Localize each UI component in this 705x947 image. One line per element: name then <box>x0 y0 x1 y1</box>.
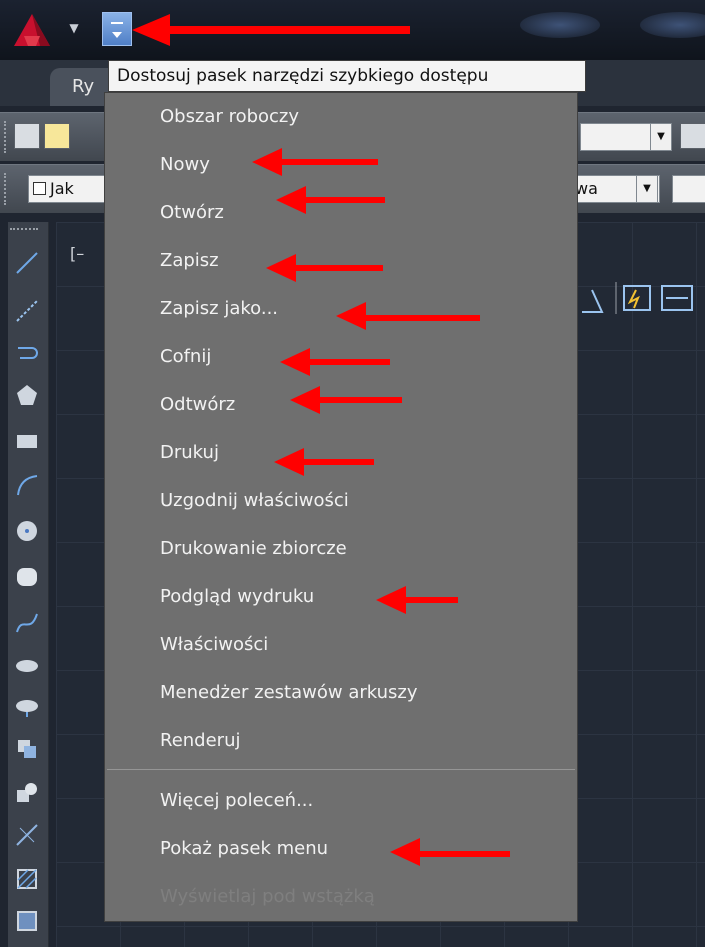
revision-cloud-tool-icon[interactable] <box>14 564 40 590</box>
region-tool-icon[interactable] <box>14 908 40 934</box>
layer-state-icon[interactable] <box>680 123 705 149</box>
decorative-glow <box>520 12 600 38</box>
menu-item-show-menu-bar[interactable]: Pokaż pasek menu <box>160 829 328 869</box>
linetype-field-label: wa <box>575 179 598 198</box>
polygon-tool-icon[interactable] <box>14 382 40 408</box>
menu-item-save-as[interactable]: Zapisz jako... <box>160 289 278 329</box>
chevron-down-icon <box>112 32 122 38</box>
lineweight-dropdown-field[interactable] <box>672 175 705 203</box>
decorative-glow <box>640 12 705 38</box>
ribbon-tab-label: Ry <box>72 76 95 97</box>
make-block-tool-icon[interactable] <box>14 780 40 806</box>
toolbar-grip[interactable] <box>4 121 10 153</box>
menu-item-render[interactable]: Renderuj <box>160 721 241 761</box>
application-menu-dropdown-icon[interactable]: ▼ <box>64 18 84 38</box>
menu-bar-icon <box>111 22 123 24</box>
viewport-controls-label[interactable]: [– <box>70 244 84 263</box>
construction-line-tool-icon[interactable] <box>14 298 40 324</box>
menu-item-more-commands[interactable]: Więcej poleceń... <box>160 781 313 821</box>
application-title-bar: ▼ <box>0 0 705 60</box>
dimension-linear-icon[interactable] <box>623 285 651 311</box>
spline-tool-icon[interactable] <box>14 610 40 636</box>
menu-item-properties[interactable]: Właściwości <box>160 625 268 665</box>
ellipse-arc-tool-icon[interactable] <box>14 694 40 720</box>
circle-tool-icon[interactable] <box>14 518 40 544</box>
menu-title-tooltip: Dostosuj pasek narzędzi szybkiego dostęp… <box>108 60 586 92</box>
menu-item-show-below-ribbon: Wyświetlaj pod wstążką <box>160 886 375 907</box>
toolbar-grip[interactable] <box>4 173 10 205</box>
customize-quick-access-toolbar-button[interactable] <box>102 12 132 46</box>
palette-grip[interactable] <box>10 228 38 234</box>
menu-separator <box>107 769 575 770</box>
menu-item-batch-plot[interactable]: Drukowanie zbiorcze <box>160 529 347 569</box>
polyline-tool-icon[interactable] <box>14 340 40 366</box>
menu-item-save[interactable]: Zapisz <box>160 241 219 281</box>
line-tool-icon[interactable] <box>14 250 40 276</box>
menu-item-open[interactable]: Otwórz <box>160 193 224 233</box>
chevron-down-icon[interactable]: ▼ <box>636 175 658 203</box>
color-dropdown-field[interactable]: Jak <box>28 175 108 203</box>
color-field-label: Jak <box>50 179 74 198</box>
dimension-toolbar-fragment <box>582 282 693 314</box>
menu-item-sheet-set-manager[interactable]: Menedżer zestawów arkuszy <box>160 673 418 713</box>
menu-item-workspace[interactable]: Obszar roboczy <box>160 97 299 137</box>
layer-properties-icon[interactable] <box>14 123 40 149</box>
ellipse-tool-icon[interactable] <box>14 652 40 678</box>
color-swatch <box>33 182 46 195</box>
dimension-angular-icon[interactable] <box>582 289 604 313</box>
chevron-down-icon[interactable]: ▼ <box>650 123 672 151</box>
menu-item-undo[interactable]: Cofnij <box>160 337 211 377</box>
menu-item-match-properties[interactable]: Uzgodnij właściwości <box>160 481 349 521</box>
menu-item-new[interactable]: Nowy <box>160 145 210 185</box>
menu-item-plot-preview[interactable]: Podgląd wydruku <box>160 577 314 617</box>
dimension-aligned-icon[interactable] <box>661 285 693 311</box>
rectangle-tool-icon[interactable] <box>14 428 40 454</box>
hatch-tool-icon[interactable] <box>14 866 40 892</box>
lightbulb-icon[interactable] <box>44 123 70 149</box>
menu-item-redo[interactable]: Odtwórz <box>160 385 235 425</box>
customize-quick-access-menu: Obszar roboczy Nowy Otwórz Zapisz Zapisz… <box>104 92 578 922</box>
insert-block-tool-icon[interactable] <box>14 736 40 762</box>
autocad-logo-icon[interactable] <box>10 12 54 48</box>
arc-tool-icon[interactable] <box>14 472 40 498</box>
menu-item-plot[interactable]: Drukuj <box>160 433 219 473</box>
point-tool-icon[interactable] <box>14 822 40 848</box>
